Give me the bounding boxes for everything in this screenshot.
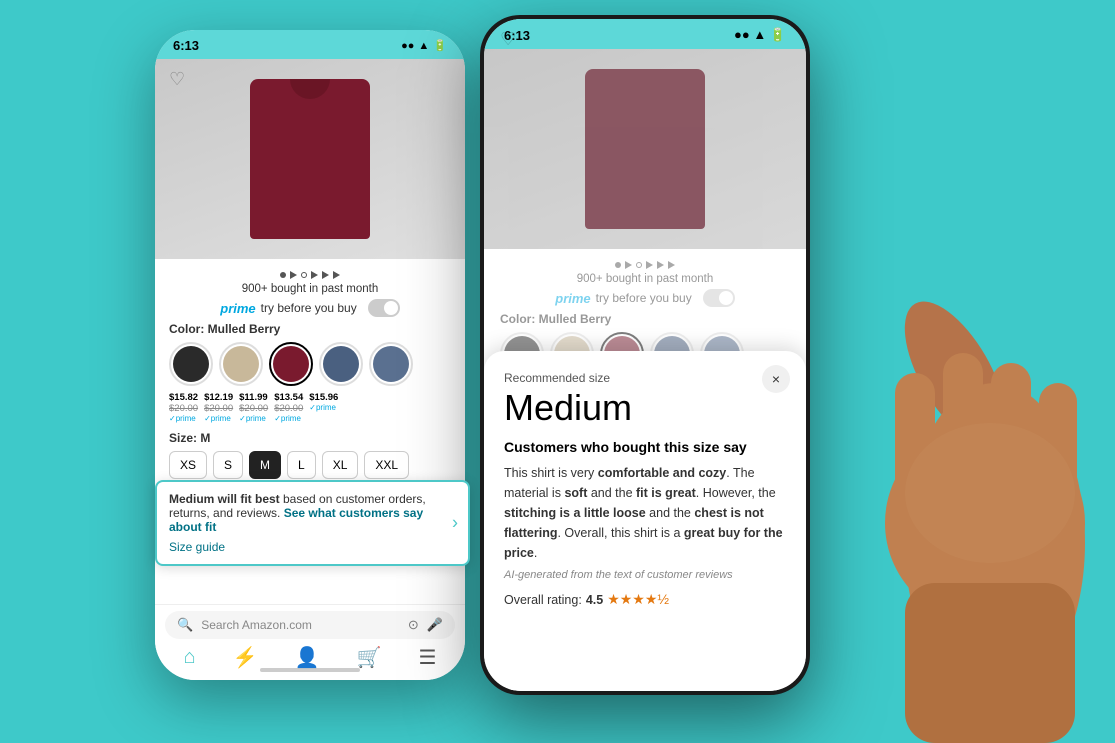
search-bar-left[interactable]: 🔍 Search Amazon.com ⊙ 🎤	[165, 611, 455, 639]
size-label-left: Size: M	[169, 431, 451, 445]
size-buttons-left: XS S M L XL XXL	[169, 451, 451, 479]
stars-display: ★★★★½	[607, 591, 669, 608]
price-1: $15.82 $20.00 ✓prime	[169, 392, 198, 423]
nav-icons-left: ⌂ ⚡ 👤 🛒 ☰	[165, 645, 455, 670]
phone-right: 6:13 ●● ▲ 🔋 ♡ 900+ bought in past month	[480, 15, 810, 695]
dot-r-play-3	[657, 261, 664, 269]
home-indicator-left	[260, 668, 360, 672]
dot-r-circle	[636, 262, 642, 268]
product-image-left: ♡	[155, 59, 465, 259]
heart-icon[interactable]: ♡	[169, 69, 185, 90]
rating-number: 4.5	[586, 593, 603, 607]
time-left: 6:13	[173, 38, 199, 53]
prime-toggle-left[interactable]	[368, 299, 400, 317]
dot-r-play	[625, 261, 632, 269]
media-dots-right	[500, 261, 790, 269]
price-2: $12.19 $20.00 ✓prime	[204, 392, 233, 423]
nav-home[interactable]: ⌂	[184, 646, 196, 669]
status-bar-left: 6:13 ●● ▲ 🔋	[155, 30, 465, 59]
swatch-3-selected[interactable]	[269, 342, 313, 386]
nav-menu[interactable]: ☰	[419, 645, 437, 670]
color-label-right: Color: Mulled Berry	[500, 312, 790, 326]
product-image-right: ♡	[484, 49, 806, 249]
prime-bar-right: prime try before you buy	[500, 289, 790, 307]
rec-size-heading: Medium	[504, 387, 786, 429]
arrow-right-icon: ›	[452, 513, 458, 534]
prime-logo-left: prime	[220, 301, 255, 316]
size-xs[interactable]: XS	[169, 451, 207, 479]
camera-icon: ⊙	[408, 617, 419, 633]
dot-play	[290, 271, 297, 279]
status-icons-left: ●● ▲ 🔋	[401, 39, 447, 52]
rec-size-label: Recommended size	[504, 371, 786, 385]
heart-icon-right[interactable]: ♡	[500, 29, 516, 50]
shirt-image-left	[250, 79, 370, 239]
swatch-2[interactable]	[219, 342, 263, 386]
price-row-left: $15.82 $20.00 ✓prime $12.19 $20.00 ✓prim…	[169, 392, 451, 423]
price-5: $15.96 ✓prime	[309, 392, 338, 423]
nav-cart[interactable]: 🛒	[357, 645, 382, 670]
dot-1	[280, 272, 286, 278]
size-xl[interactable]: XL	[322, 451, 359, 479]
media-dots	[169, 271, 451, 279]
swatch-5[interactable]	[369, 342, 413, 386]
prime-try-text-left: try before you buy	[261, 301, 357, 315]
swatch-1[interactable]	[169, 342, 213, 386]
customers-say-heading: Customers who bought this size say	[504, 439, 786, 455]
bought-text-right: 900+ bought in past month	[500, 273, 790, 285]
ai-note: AI-generated from the text of customer r…	[504, 569, 786, 581]
search-icon-left: 🔍	[177, 617, 193, 633]
overall-rating: Overall rating: 4.5 ★★★★½	[504, 591, 786, 608]
dot-play-4	[333, 271, 340, 279]
dot-circle-1	[301, 272, 307, 278]
swatch-4[interactable]	[319, 342, 363, 386]
dot-r-play-4	[668, 261, 675, 269]
color-label-left: Color: Mulled Berry	[169, 322, 451, 336]
status-bar-right: 6:13 ●● ▲ 🔋	[484, 19, 806, 49]
mic-icon: 🎤	[427, 617, 443, 633]
dot-play-2	[311, 271, 318, 279]
phone-left: 6:13 ●● ▲ 🔋 ♡ 900+ bought in past month …	[155, 30, 465, 680]
bought-text-left: 900+ bought in past month	[169, 283, 451, 295]
prime-bar-left: prime try before you buy	[169, 299, 451, 317]
nav-account[interactable]: 👤	[295, 645, 320, 670]
size-s[interactable]: S	[213, 451, 243, 479]
prime-logo-right: prime	[555, 291, 590, 306]
bottom-sheet: × Recommended size Medium Customers who …	[484, 351, 806, 691]
size-m-selected[interactable]: M	[249, 451, 281, 479]
prime-try-text-right: try before you buy	[596, 291, 692, 305]
close-button[interactable]: ×	[762, 365, 790, 393]
status-icons-right: ●● ▲ 🔋	[734, 27, 786, 43]
size-xxl[interactable]: XXL	[364, 451, 409, 479]
fit-callout: Medium will fit best based on customer o…	[155, 480, 470, 566]
dot-play-3	[322, 271, 329, 279]
review-text: This shirt is very comfortable and cozy.…	[504, 463, 786, 563]
nav-deals[interactable]: ⚡	[233, 645, 258, 670]
dot-r-1	[615, 262, 621, 268]
price-4: $13.54 $20.00 ✓prime	[274, 392, 303, 423]
phone-right-inner: 6:13 ●● ▲ 🔋 ♡ 900+ bought in past month	[484, 19, 806, 691]
shirt-image-right	[585, 69, 705, 229]
product-content-left: 900+ bought in past month prime try befo…	[155, 259, 465, 497]
color-swatches-left	[169, 342, 451, 386]
price-3: $11.99 $20.00 ✓prime	[239, 392, 268, 423]
search-text-left: Search Amazon.com	[201, 618, 400, 632]
dot-r-play-2	[646, 261, 653, 269]
size-l[interactable]: L	[287, 451, 316, 479]
prime-toggle-right[interactable]	[703, 289, 735, 307]
size-guide-link[interactable]: Size guide	[169, 536, 225, 558]
